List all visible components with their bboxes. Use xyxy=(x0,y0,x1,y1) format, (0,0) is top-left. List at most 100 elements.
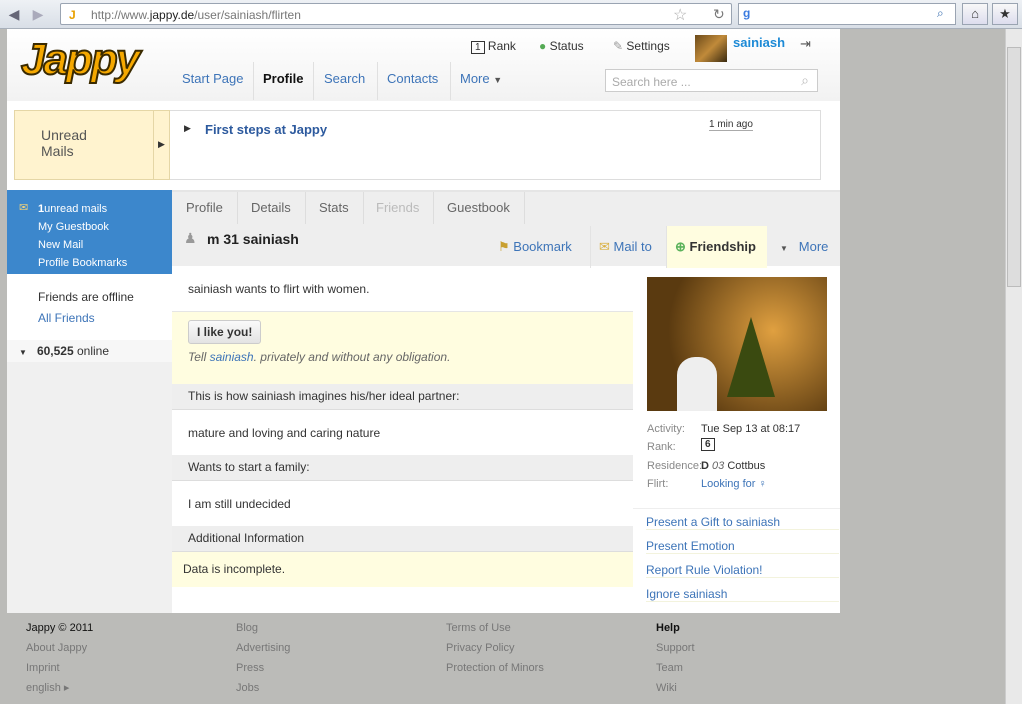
site-favicon: J xyxy=(69,8,76,22)
url-prefix: http://www. xyxy=(91,8,150,22)
tab-details[interactable]: Details xyxy=(237,192,306,224)
rank-label: Rank: xyxy=(647,441,676,453)
activity-value: Tue Sep 13 at 08:17 xyxy=(701,423,801,435)
present-emotion-link[interactable]: Present Emotion xyxy=(646,539,839,554)
bookmarks-button[interactable]: ★ xyxy=(992,3,1018,25)
chevron-down-icon: ▼ xyxy=(19,348,27,357)
unread-mails-box[interactable]: Unread Mails ▶ xyxy=(14,110,170,180)
profile-title: m 31 sainiash xyxy=(207,231,299,247)
profile-photo[interactable] xyxy=(647,277,827,411)
footer-minors-link[interactable]: Protection of Minors xyxy=(446,658,544,678)
chevron-down-icon: ▼ xyxy=(493,75,503,85)
unread-label: unread mails xyxy=(44,203,108,215)
residence-country: D xyxy=(701,460,709,472)
back-button[interactable]: ◀ xyxy=(4,4,24,24)
divider xyxy=(253,62,254,100)
online-count-toggle[interactable]: ▼ 60,525 online xyxy=(7,340,172,362)
my-guestbook-link[interactable]: My Guestbook xyxy=(38,218,172,236)
google-icon: g xyxy=(743,6,751,20)
nav-start-page[interactable]: Start Page xyxy=(182,71,243,86)
status-link[interactable]: ● Status xyxy=(539,39,584,53)
more-actions-button[interactable]: ▼ More xyxy=(772,226,836,268)
footer-jobs-link[interactable]: Jobs xyxy=(236,678,290,698)
footer-privacy-link[interactable]: Privacy Policy xyxy=(446,638,544,658)
page: Jappy 1 Rank ● Status ✎ Settings sainias… xyxy=(7,29,840,613)
search-engine-box[interactable]: g ⌕ xyxy=(738,3,956,25)
tab-guestbook[interactable]: Guestbook xyxy=(433,192,525,224)
logout-icon[interactable]: ⇥ xyxy=(800,36,811,52)
bookmark-button[interactable]: ⚑ Bookmark xyxy=(490,226,580,268)
more-label: More xyxy=(798,239,829,254)
nav-more-label: More xyxy=(460,71,490,86)
home-button[interactable]: ⌂ xyxy=(962,3,988,25)
scrollbar-thumb[interactable] xyxy=(1007,47,1021,287)
residence-label: Residence: xyxy=(647,460,703,472)
all-friends-link[interactable]: All Friends xyxy=(38,308,172,329)
username-link[interactable]: sainiash xyxy=(733,35,785,50)
sidebar: ✉ 1unread mails My Guestbook New Mail Pr… xyxy=(7,190,172,613)
present-gift-link[interactable]: Present a Gift to sainiash xyxy=(646,515,839,530)
mail-to-button[interactable]: ✉ Mail to xyxy=(590,226,660,268)
footer-blog-link[interactable]: Blog xyxy=(236,618,290,638)
footer-imprint-link[interactable]: Imprint xyxy=(26,658,93,678)
nav-more[interactable]: More ▼ xyxy=(460,71,502,86)
tab-friends[interactable]: Friends xyxy=(362,192,435,224)
bookmark-label: Bookmark xyxy=(513,239,572,254)
nav-profile[interactable]: Profile xyxy=(263,71,303,86)
reload-icon[interactable]: ↻ xyxy=(713,6,725,23)
footer-advertising-link[interactable]: Advertising xyxy=(236,638,290,658)
jappy-logo[interactable]: Jappy xyxy=(20,34,141,85)
photo-tree xyxy=(727,317,775,397)
friendship-button[interactable]: ⊕ Friendship xyxy=(666,226,767,268)
report-violation-link[interactable]: Report Rule Violation! xyxy=(646,563,839,578)
vertical-scrollbar[interactable] xyxy=(1005,29,1022,704)
footer-col-3: Terms of Use Privacy Policy Protection o… xyxy=(446,618,544,678)
section-heading-additional: Additional Information xyxy=(172,526,633,552)
online-label: online xyxy=(76,344,110,358)
address-bar[interactable]: J http://www.jappy.de/user/sainiash/flir… xyxy=(60,3,732,25)
like-panel: I like you! Tell sainiash. privately and… xyxy=(172,311,633,384)
footer-support-link[interactable]: Support xyxy=(656,638,695,658)
section-heading-family: Wants to start a family: xyxy=(172,455,633,481)
profile-bookmarks-link[interactable]: Profile Bookmarks xyxy=(38,254,172,272)
footer-col-4: Help Support Team Wiki xyxy=(656,618,695,698)
divider xyxy=(377,62,378,100)
photo-person xyxy=(677,357,717,411)
like-button[interactable]: I like you! xyxy=(188,320,262,344)
mail-icon: ✉ xyxy=(19,202,29,214)
online-count: 60,525 xyxy=(36,344,74,358)
section-text-ideal-partner: mature and loving and caring nature xyxy=(188,426,381,440)
unread-mails-link[interactable]: 1unread mails xyxy=(38,200,172,218)
tell-post: . privately and without any obligation. xyxy=(253,350,451,364)
forward-button[interactable]: ▶ xyxy=(28,4,48,24)
bookmark-star-icon[interactable]: ☆ xyxy=(673,5,687,25)
tab-stats[interactable]: Stats xyxy=(305,192,364,224)
footer-terms-link[interactable]: Terms of Use xyxy=(446,618,544,638)
settings-icon: ✎ xyxy=(613,39,624,53)
search-icon[interactable]: ⌕ xyxy=(937,6,944,21)
footer-help-heading: Help xyxy=(656,622,680,634)
divider xyxy=(450,62,451,100)
flirt-value-link[interactable]: Looking for ♀ xyxy=(701,478,767,490)
search-icon[interactable]: ⌕ xyxy=(801,72,809,89)
new-mail-link[interactable]: New Mail xyxy=(38,236,172,254)
footer-press-link[interactable]: Press xyxy=(236,658,290,678)
footer-language-select[interactable]: english ▸ xyxy=(26,678,93,698)
footer-col-1: Jappy © 2011 About Jappy Imprint english… xyxy=(26,618,93,698)
site-search-input[interactable]: Search here ... ⌕ xyxy=(605,69,818,92)
nav-contacts[interactable]: Contacts xyxy=(387,71,438,86)
settings-label: Settings xyxy=(626,39,670,53)
arrow-right-icon[interactable]: ▶ xyxy=(153,111,169,179)
residence-code: 03 xyxy=(712,460,725,472)
tab-profile[interactable]: Profile xyxy=(172,192,238,224)
footer-about-link[interactable]: About Jappy xyxy=(26,638,93,658)
nav-search[interactable]: Search xyxy=(324,71,365,86)
news-title-link[interactable]: First steps at Jappy xyxy=(205,122,327,137)
settings-link[interactable]: ✎ Settings xyxy=(613,39,670,53)
tell-user-link[interactable]: sainiash xyxy=(210,350,254,364)
footer-team-link[interactable]: Team xyxy=(656,658,695,678)
user-avatar[interactable] xyxy=(695,35,727,62)
footer-wiki-link[interactable]: Wiki xyxy=(656,678,695,698)
ignore-user-link[interactable]: Ignore sainiash xyxy=(646,587,839,602)
rank-link[interactable]: 1 Rank xyxy=(471,39,516,54)
